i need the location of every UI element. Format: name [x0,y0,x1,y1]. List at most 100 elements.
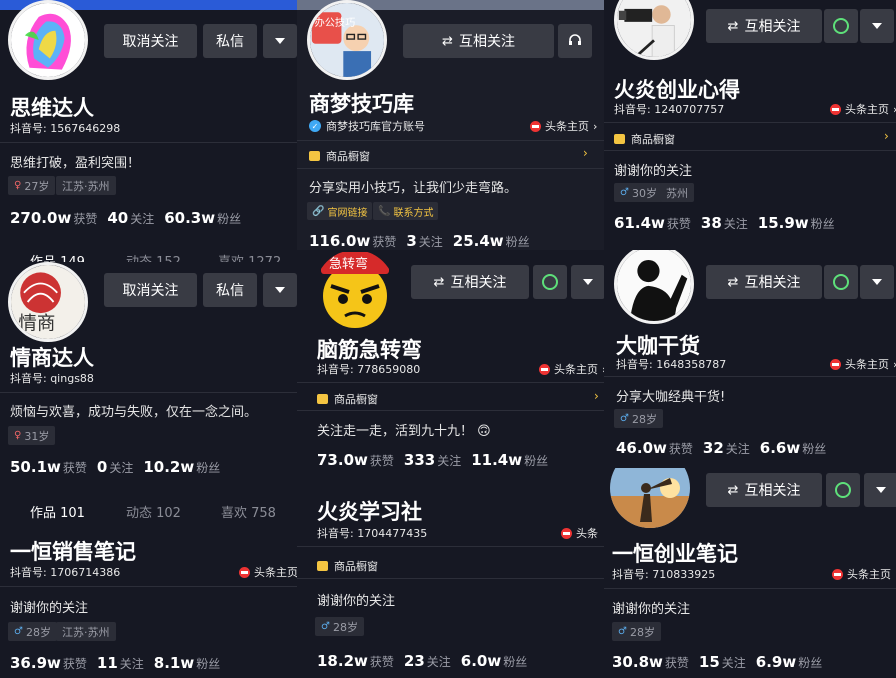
likes-stat[interactable]: 270.0w 获赞 [10,208,97,227]
toutiao-link[interactable]: 头条主页› [830,101,896,117]
douyin-id-value: 1567646298 [50,122,121,135]
shop-window-link[interactable]: 商品橱窗 [614,131,675,147]
fans-count: 11.4w [471,451,523,469]
fans-stat[interactable]: 25.4w 粉丝 [453,231,530,250]
avatar[interactable] [614,0,694,60]
more-dropdown-button[interactable] [263,273,297,307]
toutiao-link[interactable]: 头条主页› [539,361,604,377]
fans-stat[interactable]: 6.6w 粉丝 [760,438,826,457]
chevron-right-icon: › [594,389,599,403]
stats-row: 18.2w 获赞 23 关注 6.0w 粉丝 [317,651,527,670]
mutual-follow-button[interactable]: ⇄ 互相关注 [411,265,529,299]
more-dropdown-button[interactable] [864,473,896,507]
likes-stat[interactable]: 73.0w 获赞 [317,450,394,469]
profile-bio: 思维打破，盈利突围！ [10,156,141,171]
following-stat[interactable]: 333 关注 [404,450,461,469]
fans-stat[interactable]: 6.0w 粉丝 [461,651,527,670]
likes-label: 获赞 [372,235,397,249]
official-site-link[interactable]: 🔗 官网链接 [307,202,373,220]
divider [604,122,896,123]
shop-window-link[interactable]: 商品橱窗 [317,391,378,407]
toutiao-link[interactable]: 头条 [561,525,598,541]
unfollow-button[interactable]: 取消关注 [104,24,197,58]
following-stat[interactable]: 23 关注 [404,651,451,670]
profile-bio: 谢谢你的关注 [317,594,396,609]
unfollow-button[interactable]: 取消关注 [104,273,197,307]
toutiao-link[interactable]: 头条主页› [832,566,896,582]
chat-button[interactable] [824,265,858,299]
profile-panel-huoyan-startup: ⇄互相关注 火炎创业心得 抖音号: 1240707757 头条主页› 商品橱窗 … [604,0,896,250]
following-stat[interactable]: 32 关注 [703,438,750,457]
age-tag: ♂ 28岁 [8,622,57,641]
toutiao-link[interactable]: 头条主页› [830,356,896,372]
tab-dynamic[interactable]: 动态 102 [126,502,221,521]
avatar[interactable]: 办公技巧 [307,0,387,80]
likes-count: 61.4w [614,214,665,232]
message-button[interactable]: 私信 [203,24,257,58]
following-stat[interactable]: 40 关注 [107,208,154,227]
message-button[interactable]: 私信 [203,273,257,307]
likes-stat[interactable]: 61.4w 获赞 [614,213,691,232]
douyin-id-value: qings88 [50,372,94,385]
avatar[interactable] [610,468,690,528]
age-value: 28岁 [332,620,358,634]
following-stat[interactable]: 3 关注 [406,231,442,250]
fans-stat[interactable]: 10.2w 粉丝 [143,457,220,476]
likes-stat[interactable]: 36.9w 获赞 [10,653,87,672]
tab-likes[interactable]: 喜欢 758 [221,502,276,521]
more-dropdown-button[interactable] [571,265,604,299]
douyin-id: 抖音号: 1648358787 [616,356,726,372]
fans-stat[interactable]: 11.4w 粉丝 [471,450,548,469]
mutual-follow-button[interactable]: ⇄ 互相关注 [706,9,822,43]
following-stat[interactable]: 15 关注 [699,652,746,671]
avatar[interactable]: 急转弯 [315,250,395,330]
avatar-text: 情商 [18,314,55,335]
toutiao-link[interactable]: 头条主页› [239,564,297,580]
profile-bio: 分享大咖经典干货! [616,390,726,405]
profile-panel-qingshang: 情商 取消关注 私信 情商达人 抖音号: qings88 烦恼与欢喜，成功与失败… [0,262,297,492]
following-label: 关注 [119,657,144,671]
chevron-right-icon: › [884,129,889,143]
chat-button[interactable] [824,9,858,43]
mutual-follow-button[interactable]: ⇄ 互相关注 [706,473,822,507]
likes-stat[interactable]: 116.0w 获赞 [309,231,396,250]
likes-stat[interactable]: 50.1w 获赞 [10,457,87,476]
likes-count: 73.0w [317,451,368,469]
mutual-follow-label: 互相关注 [450,275,507,291]
contact-link[interactable]: 📞 联系方式 [373,202,439,220]
likes-stat[interactable]: 46.0w 获赞 [616,438,693,457]
shop-window-link[interactable]: 商品橱窗 [309,148,370,164]
following-label: 关注 [725,442,750,456]
fans-stat[interactable]: 60.3w 粉丝 [164,208,241,227]
avatar[interactable] [614,250,694,324]
mutual-follow-button[interactable]: ⇄ 互相关注 [706,265,822,299]
shop-label: 商品橱窗 [334,560,378,573]
avatar[interactable]: 情商 [8,262,88,342]
chat-icon [833,18,849,34]
toutiao-link[interactable]: 头条主页› [530,118,597,134]
chat-button[interactable] [533,265,567,299]
following-stat[interactable]: 11 关注 [97,653,144,672]
following-stat[interactable]: 0 关注 [97,457,133,476]
fans-stat[interactable]: 15.9w 粉丝 [758,213,835,232]
more-dropdown-button[interactable] [860,9,894,43]
more-dropdown-button[interactable] [860,265,894,299]
tab-works[interactable]: 作品 101 [30,502,126,521]
chat-button[interactable] [826,473,860,507]
following-stat[interactable]: 38 关注 [701,213,748,232]
mutual-follow-button[interactable]: ⇄ 互相关注 [403,24,554,58]
shop-icon [309,151,320,161]
male-icon: ♂ [620,413,629,424]
age-tag: ♂ 30岁 [614,183,663,202]
fans-stat[interactable]: 6.9w 粉丝 [756,652,822,671]
avatar-balloon: 情商 [11,265,85,339]
more-dropdown-button[interactable] [263,24,297,58]
shop-window-link[interactable]: 商品橱窗 [317,558,378,574]
chevron-down-icon [275,287,285,293]
likes-stat[interactable]: 18.2w 获赞 [317,651,394,670]
profile-bio: 谢谢你的关注 [10,601,89,616]
fans-stat[interactable]: 8.1w 粉丝 [154,653,220,672]
likes-stat[interactable]: 30.8w 获赞 [612,652,689,671]
customer-service-button[interactable] [558,24,592,58]
avatar[interactable] [8,0,88,80]
